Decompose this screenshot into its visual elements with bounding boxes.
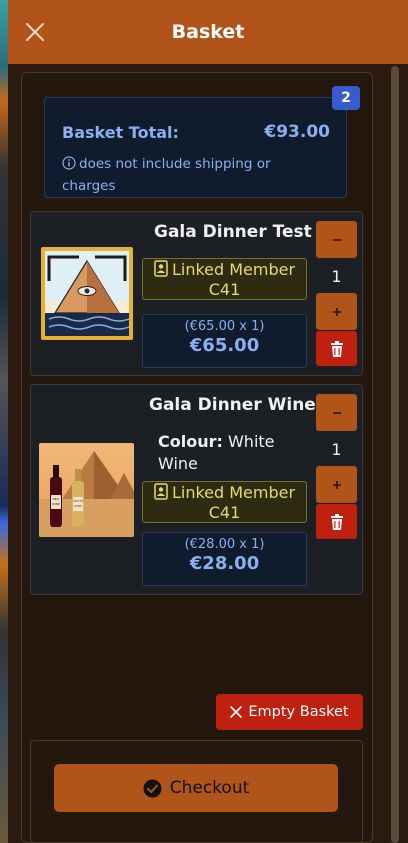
checkout-label: Checkout xyxy=(169,778,250,798)
basket-total-note: does not include shipping or charges xyxy=(62,154,322,196)
basket-total-box: Basket Total: €93.00 does not include sh… xyxy=(44,97,347,198)
check-circle-icon xyxy=(143,779,162,797)
quantity-value: 1 xyxy=(331,440,342,459)
decrease-quantity-button[interactable] xyxy=(316,221,357,258)
wine-bottles-image: RED WINE WHITE WINE xyxy=(39,443,134,537)
quantity-value: 1 xyxy=(331,267,342,286)
scrollbar-thumb[interactable] xyxy=(391,66,399,843)
linked-member-code: C41 xyxy=(208,503,241,522)
close-icon[interactable] xyxy=(24,21,46,43)
trash-icon xyxy=(330,513,343,530)
item-total-price: €28.00 xyxy=(189,553,260,574)
basket-drawer: Basket Basket Total: €93.00 does not inc… xyxy=(8,0,408,843)
linked-member-badge: Linked Member C41 xyxy=(142,481,307,523)
increase-quantity-button[interactable] xyxy=(316,293,357,330)
item-price-box: (€65.00 x 1) €65.00 xyxy=(142,314,307,368)
item-total-price: €65.00 xyxy=(189,335,260,356)
linked-member-label: Linked Member xyxy=(171,260,296,279)
member-card-icon xyxy=(154,483,168,500)
item-count-badge: 2 xyxy=(332,86,360,110)
item-name: Gala Dinner Test xyxy=(154,222,312,242)
drawer-title: Basket xyxy=(171,21,245,43)
plus-icon xyxy=(332,307,341,316)
basket-total-label: Basket Total: xyxy=(62,123,179,142)
shipping-note-text: does not include shipping or charges xyxy=(62,156,271,194)
decrease-quantity-button[interactable] xyxy=(316,394,357,431)
minus-icon xyxy=(332,238,341,241)
close-icon xyxy=(230,706,243,718)
delete-item-button[interactable] xyxy=(316,331,357,366)
item-name: Gala Dinner Wine xyxy=(149,395,316,415)
linked-member-label: Linked Member xyxy=(171,483,296,502)
member-card-icon xyxy=(154,260,168,277)
linked-member-code: C41 xyxy=(208,280,241,299)
linked-member-badge: Linked Member C41 xyxy=(142,258,307,300)
pyramid-poster-image xyxy=(41,247,133,340)
info-icon xyxy=(62,156,76,176)
minus-icon xyxy=(332,411,341,414)
empty-basket-label: Empty Basket xyxy=(248,704,349,720)
white-wine-bottle-label: WHITE WINE xyxy=(73,499,83,508)
checkout-button[interactable]: Checkout xyxy=(54,764,338,812)
basket-item-card: Gala Dinner Test Linked Member C41 (€65.… xyxy=(30,211,363,376)
delete-item-button[interactable] xyxy=(316,504,357,539)
plus-icon xyxy=(332,480,341,489)
item-unit-price: (€28.00 x 1) xyxy=(184,537,265,552)
empty-basket-button[interactable]: Empty Basket xyxy=(216,694,363,730)
item-price-box: (€28.00 x 1) €28.00 xyxy=(142,532,307,586)
basket-total-value: €93.00 xyxy=(264,122,330,142)
item-colour-option: Colour: White Wine xyxy=(158,431,308,475)
item-unit-price: (€65.00 x 1) xyxy=(184,319,265,334)
page-backdrop xyxy=(0,0,8,843)
basket-item-card: RED WINE WHITE WINE Gala Dinner Wine Col… xyxy=(30,384,363,595)
increase-quantity-button[interactable] xyxy=(316,466,357,503)
red-wine-bottle-label: RED WINE xyxy=(52,497,60,506)
trash-icon xyxy=(330,340,343,357)
drawer-header: Basket xyxy=(8,0,408,64)
colour-label: Colour: xyxy=(158,432,223,451)
